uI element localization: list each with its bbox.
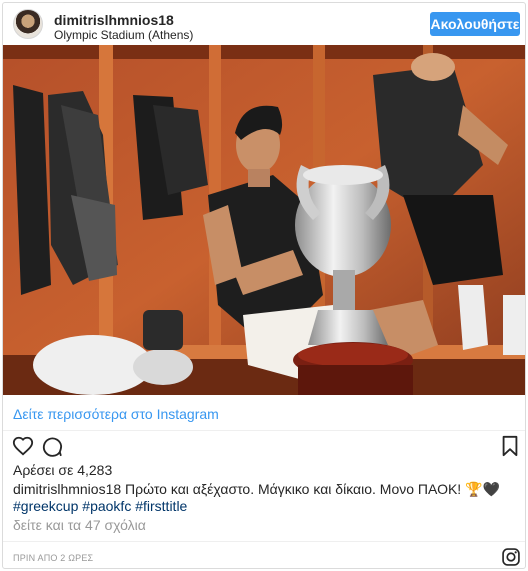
hashtag-greekcup[interactable]: #greekcup <box>13 498 78 514</box>
heart-icon[interactable] <box>12 435 34 457</box>
instagram-embed-card: dimitrislhmnios18 Olympic Stadium (Athen… <box>2 2 526 569</box>
action-bar <box>3 431 525 461</box>
post-footer: ΠΡΙΝ ΑΠΟ 2 ΩΡΕΣ <box>3 541 525 568</box>
avatar[interactable] <box>13 9 43 39</box>
likes-count[interactable]: Αρέσει σε 4,283 <box>13 462 112 478</box>
hashtag-paokfc[interactable]: #paokfc <box>82 498 131 514</box>
comment-icon[interactable] <box>41 435 63 457</box>
post-header: dimitrislhmnios18 Olympic Stadium (Athen… <box>3 3 525 45</box>
hashtag-firsttitle[interactable]: #firsttitle <box>135 498 187 514</box>
see-more-link[interactable]: Δείτε περισσότερα στο Instagram <box>13 406 219 422</box>
instagram-icon[interactable] <box>501 547 521 567</box>
bookmark-icon[interactable] <box>499 435 521 457</box>
post-timestamp[interactable]: ΠΡΙΝ ΑΠΟ 2 ΩΡΕΣ <box>13 553 93 563</box>
see-more-link-row: Δείτε περισσότερα στο Instagram <box>3 395 525 431</box>
caption-text: Πρώτο και αξέχαστο. Μάγκικο και δίκαιο. … <box>121 481 500 497</box>
post-caption: dimitrislhmnios18 Πρώτο και αξέχαστο. Μά… <box>13 481 518 515</box>
follow-button[interactable]: Ακολουθήστε <box>430 12 520 36</box>
view-comments-link[interactable]: δείτε και τα 47 σχόλια <box>13 517 146 533</box>
post-photo[interactable] <box>3 45 525 395</box>
location[interactable]: Olympic Stadium (Athens) <box>54 28 193 42</box>
username[interactable]: dimitrislhmnios18 <box>54 12 174 28</box>
caption-username[interactable]: dimitrislhmnios18 <box>13 481 121 497</box>
